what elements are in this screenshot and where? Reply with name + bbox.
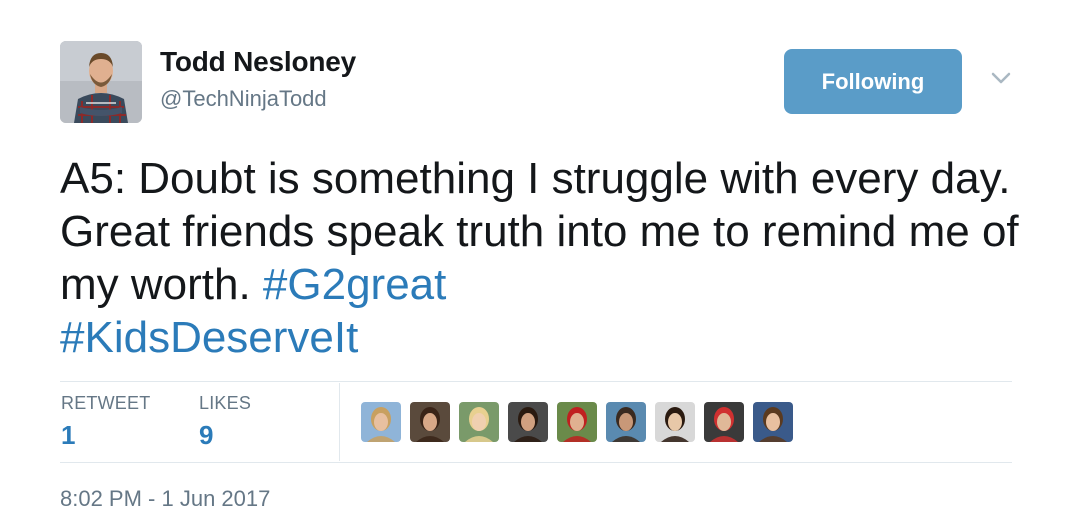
- liker-avatar-8[interactable]: [704, 402, 744, 442]
- hashtag-link[interactable]: #KidsDeserveIt: [60, 313, 358, 362]
- likes-stat[interactable]: LIKES 9: [199, 393, 251, 451]
- liker-avatar-4[interactable]: [508, 402, 548, 442]
- likes-label: LIKES: [199, 393, 252, 413]
- avatar-photo-icon: [557, 402, 597, 442]
- avatar-photo-icon: [410, 402, 450, 442]
- following-button[interactable]: Following: [784, 49, 962, 114]
- avatar-photo-icon: [606, 402, 646, 442]
- liker-avatar-9[interactable]: [753, 402, 793, 442]
- author-avatar[interactable]: [60, 41, 142, 123]
- stats-top-divider: [60, 381, 1012, 382]
- avatar-photo-icon: [361, 402, 401, 442]
- author-name[interactable]: Todd Nesloney: [160, 46, 356, 78]
- tweet-timestamp[interactable]: 8:02 PM - 1 Jun 2017: [60, 486, 270, 512]
- author-handle[interactable]: @TechNinjaTodd: [160, 86, 327, 112]
- retweet-stat[interactable]: RETWEET 1: [61, 393, 150, 451]
- liker-avatar-1[interactable]: [361, 402, 401, 442]
- stats-bottom-divider: [60, 462, 1012, 463]
- liker-avatar-6[interactable]: [606, 402, 646, 442]
- liker-avatars: [361, 402, 793, 442]
- avatar-photo-icon: [655, 402, 695, 442]
- tweet-card: Todd Nesloney @TechNinjaTodd Following A…: [0, 0, 1072, 530]
- stats-vertical-divider: [339, 383, 340, 461]
- avatar-photo-icon: [508, 402, 548, 442]
- hashtag-link[interactable]: #G2great: [263, 260, 446, 309]
- avatar-photo-icon: [704, 402, 744, 442]
- liker-avatar-7[interactable]: [655, 402, 695, 442]
- tweet-body: A5: Doubt is something I struggle with e…: [60, 154, 1035, 309]
- retweet-count[interactable]: 1: [61, 420, 150, 451]
- avatar-photo-icon: [753, 402, 793, 442]
- liker-avatar-3[interactable]: [459, 402, 499, 442]
- liker-avatar-5[interactable]: [557, 402, 597, 442]
- liker-avatar-2[interactable]: [410, 402, 450, 442]
- profile-photo-icon: [60, 41, 142, 123]
- tweet-text: A5: Doubt is something I struggle with e…: [60, 152, 1020, 364]
- likes-count[interactable]: 9: [199, 420, 251, 451]
- avatar-photo-icon: [459, 402, 499, 442]
- chevron-down-icon[interactable]: [990, 70, 1012, 86]
- retweet-label: RETWEET: [61, 393, 151, 413]
